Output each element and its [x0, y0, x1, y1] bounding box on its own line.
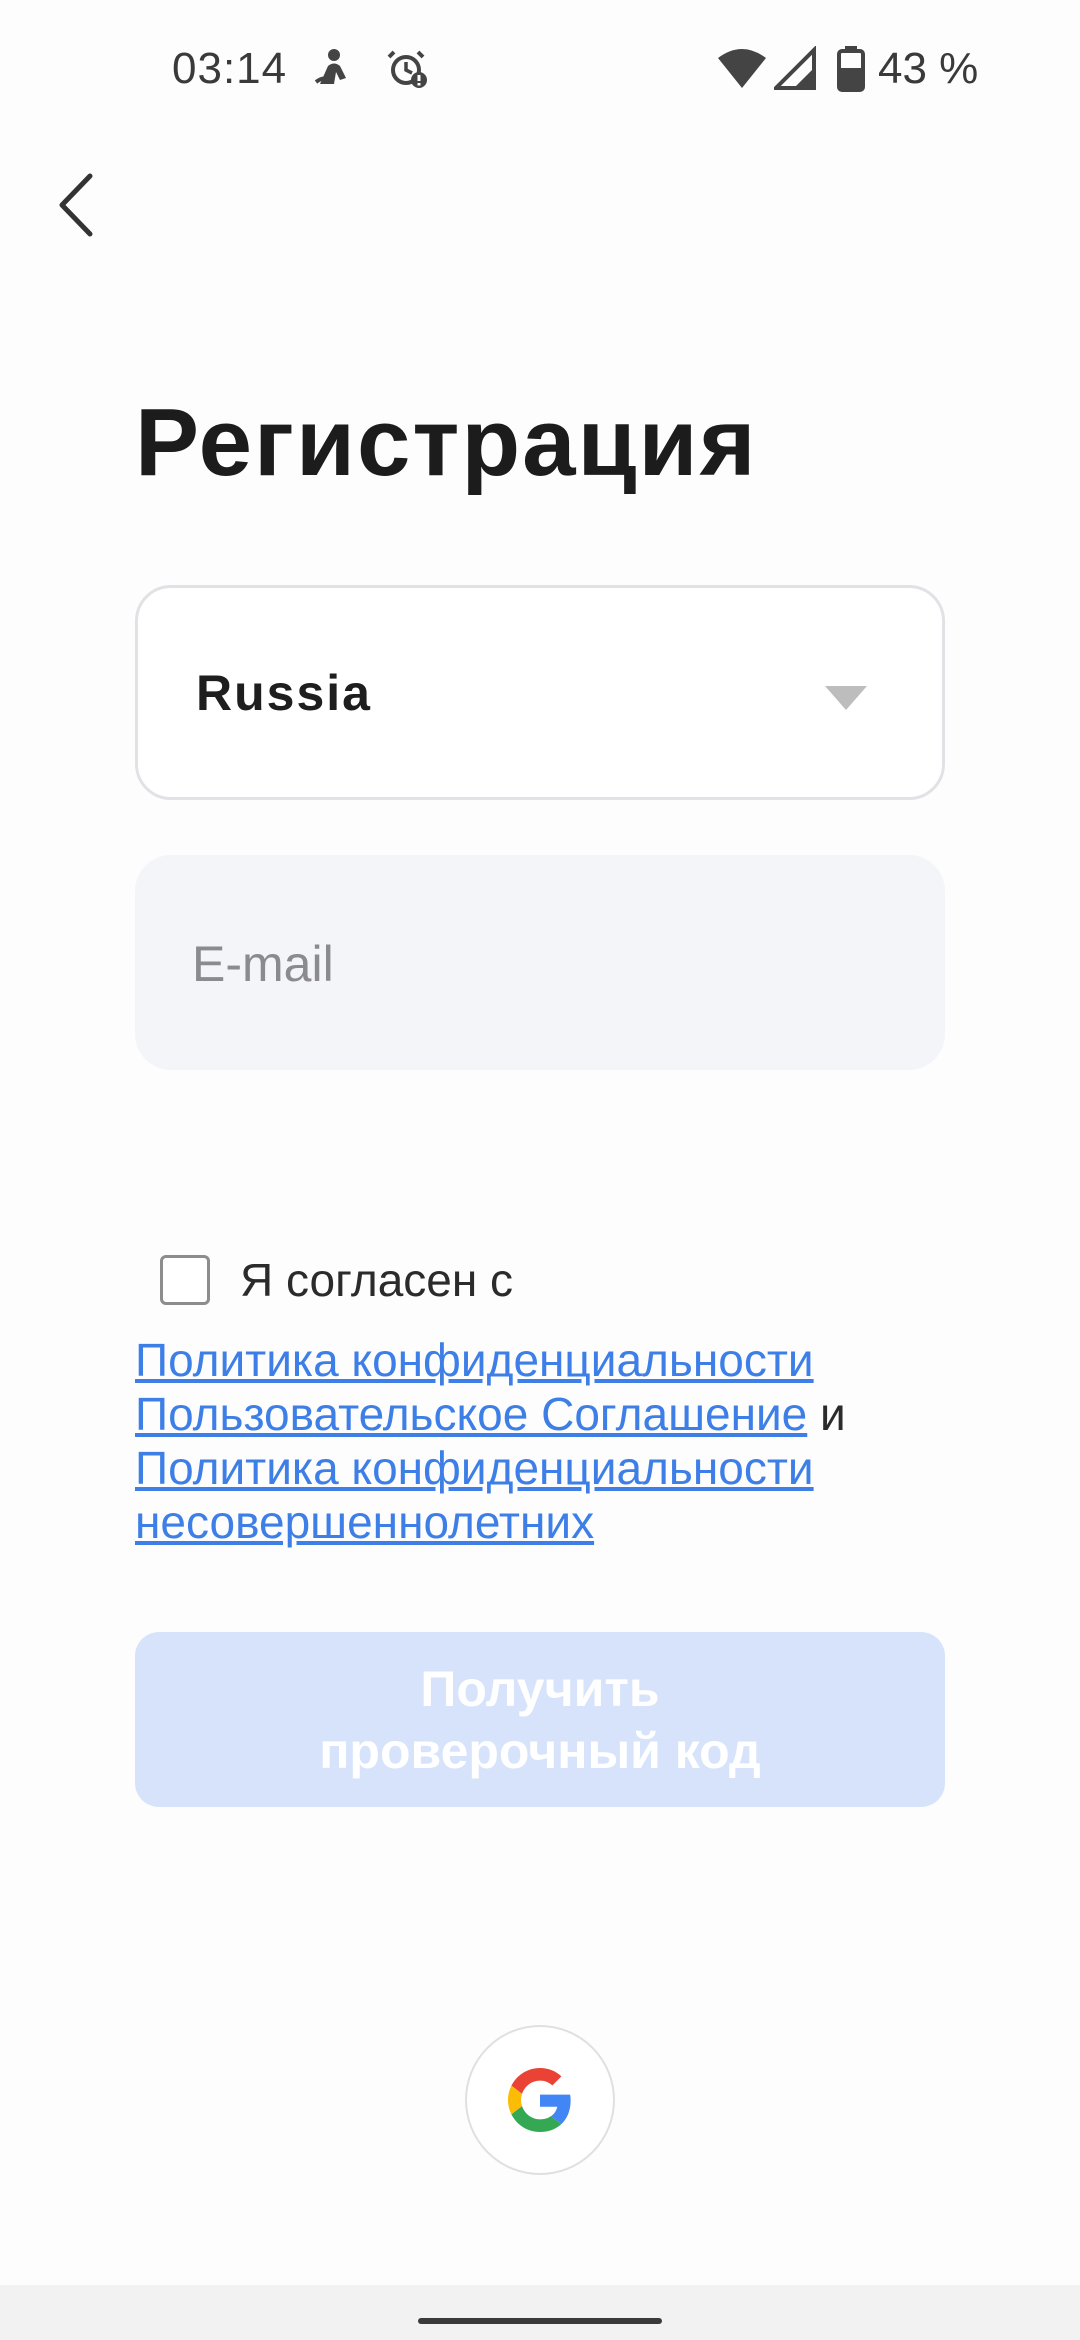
- home-indicator[interactable]: [418, 2318, 662, 2324]
- conjunction-text: и: [807, 1388, 859, 1440]
- privacy-policy-link[interactable]: Политика конфиденциальности: [135, 1334, 814, 1386]
- back-button[interactable]: [40, 160, 112, 250]
- registration-screen: 03:14 43 % Регистрация Russia E-mail Я с…: [0, 0, 1080, 2340]
- cellular-signal-icon: [771, 45, 818, 90]
- wifi-icon: [716, 46, 768, 90]
- navigation-bar: [0, 2285, 1080, 2340]
- country-select[interactable]: Russia: [135, 585, 945, 800]
- agreement-label: Я согласен с: [240, 1254, 514, 1306]
- legal-links: Политика конфиденциальности Пользователь…: [135, 1333, 965, 1549]
- google-logo-icon: [508, 2068, 571, 2132]
- email-input[interactable]: [190, 855, 894, 1072]
- chevron-left-icon: [59, 173, 93, 237]
- page-title: Регистрация: [135, 389, 758, 496]
- email-field[interactable]: [135, 855, 945, 1072]
- battery-percent: 43 %: [878, 44, 979, 93]
- status-bar: 03:14 43 %: [0, 0, 1080, 140]
- status-time: 03:14: [172, 44, 288, 93]
- battery-icon: [836, 46, 866, 92]
- agreement-row: Я согласен с: [160, 1253, 513, 1307]
- google-signin-button[interactable]: [465, 2025, 615, 2175]
- agreement-checkbox[interactable]: [160, 1255, 210, 1305]
- minors-privacy-policy-link[interactable]: Политика конфиденциальности несовершенно…: [135, 1442, 814, 1548]
- dropdown-triangle-icon: [825, 686, 867, 710]
- alarm-clock-icon: [386, 46, 430, 90]
- country-value: Russia: [196, 664, 372, 721]
- get-verification-code-button[interactable]: Получить проверочный код: [135, 1632, 945, 1807]
- app-notification-icon: [310, 46, 354, 90]
- user-agreement-link[interactable]: Пользовательское Соглашение: [135, 1388, 807, 1440]
